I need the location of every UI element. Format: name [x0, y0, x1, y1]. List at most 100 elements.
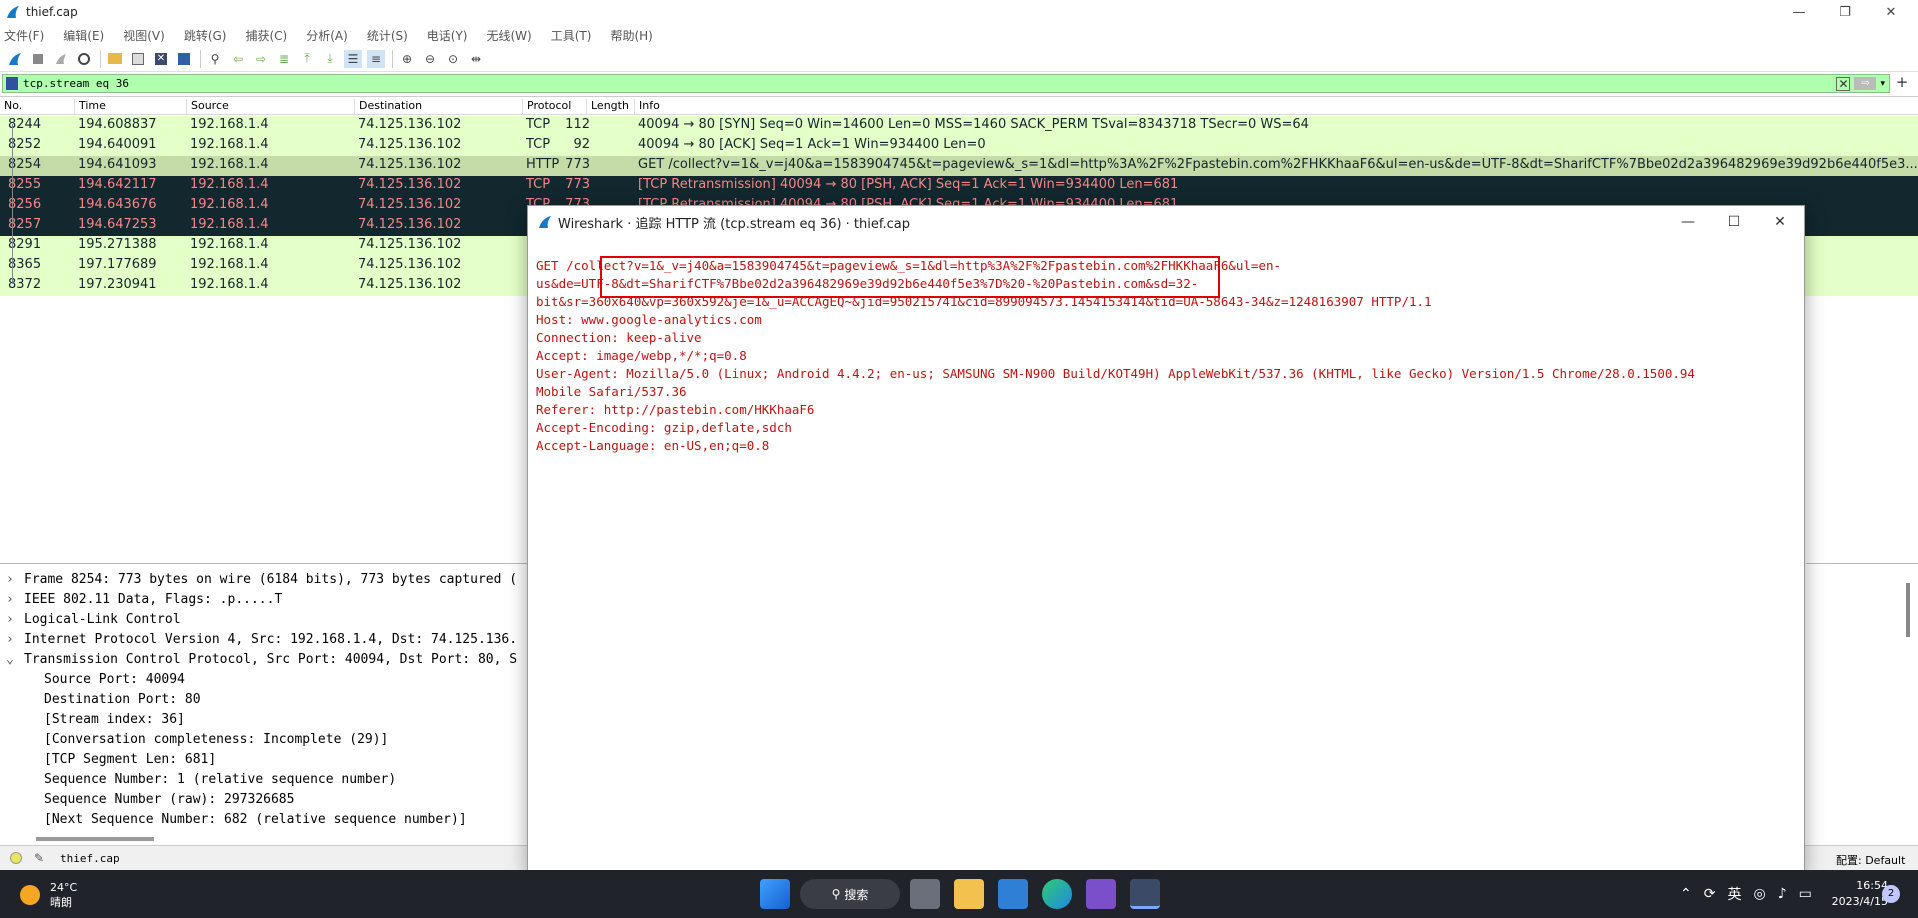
autoscroll-icon[interactable]: ☰ [344, 49, 362, 68]
packet-row[interactable]: 8244 194.608837 192.168.1.4 74.125.136.102 T… [0, 116, 1918, 136]
detail-text: [TCP Segment Len: 681] [44, 752, 217, 767]
cell-destination: 74.125.136.102 [358, 177, 462, 192]
taskbar-search[interactable]: ⚲ 搜索 [800, 879, 900, 909]
start-capture-icon[interactable] [6, 50, 24, 68]
colorize-icon[interactable]: ≡ [367, 49, 385, 68]
dialog-close-button[interactable]: ✕ [1757, 206, 1803, 238]
col-protocol-header[interactable]: Protocol [522, 99, 571, 114]
menu-file[interactable]: 文件(F) [4, 27, 44, 44]
go-back-icon[interactable]: ⇦ [229, 50, 247, 68]
expand-arrow-icon[interactable]: › [6, 572, 14, 587]
display-filter-bar[interactable]: tcp.stream eq 36 ✕ ⇨ ▾ [2, 74, 1890, 93]
zoom-in-icon[interactable]: ⊕ [398, 50, 416, 68]
cell-length: 773 [565, 157, 590, 172]
col-time-header[interactable]: Time [74, 99, 106, 114]
zoom-out-icon[interactable]: ⊖ [421, 50, 439, 68]
clock[interactable]: 16:54 2023/4/15 [1820, 878, 1888, 910]
menu-capture[interactable]: 捕获(C) [245, 27, 287, 44]
find-packet-icon[interactable]: ⚲ [206, 50, 224, 68]
stream-line: Accept-Encoding: gzip,deflate,sdch [536, 420, 792, 435]
stop-capture-icon[interactable] [29, 50, 47, 68]
tray-sync-icon[interactable]: ⟳ [1704, 886, 1716, 902]
col-source-header[interactable]: Source [186, 99, 229, 114]
weather-widget[interactable]: 24°C 晴朗 [20, 880, 77, 910]
volume-icon[interactable]: ♪ [1778, 886, 1787, 902]
wireshark-taskbar-icon[interactable] [1130, 879, 1160, 909]
menu-telephony[interactable]: 电话(Y) [427, 27, 468, 44]
cell-time: 197.230941 [78, 277, 157, 292]
cell-time: 194.640091 [78, 137, 157, 152]
horizontal-scrollbar[interactable] [36, 837, 154, 841]
open-file-icon[interactable] [106, 50, 124, 68]
resize-columns-icon[interactable]: ⇹ [467, 50, 485, 68]
menu-tools[interactable]: 工具(T) [551, 27, 592, 44]
wireshark-logo-icon [539, 216, 551, 228]
cell-length: 773 [565, 177, 590, 192]
stream-line: User-Agent: Mozilla/5.0 (Linux; Android … [536, 366, 1695, 381]
visual-studio-icon[interactable] [1086, 879, 1116, 909]
packet-row[interactable]: 8254 194.641093 192.168.1.4 74.125.136.102 H… [0, 156, 1918, 176]
go-to-packet-icon[interactable]: ≣ [275, 50, 293, 68]
stream-content[interactable]: GET /collect?v=1&_v=j40&a=1583904745&t=p… [536, 246, 1796, 874]
menu-go[interactable]: 跳转(G) [184, 27, 227, 44]
title-bar: thief.cap — ❐ ✕ [0, 0, 1918, 24]
menu-help[interactable]: 帮助(H) [610, 27, 652, 44]
menu-wireless[interactable]: 无线(W) [487, 27, 532, 44]
reload-file-icon[interactable] [175, 50, 193, 68]
expert-info-icon[interactable] [10, 852, 22, 864]
packet-row[interactable]: 8252 194.640091 192.168.1.4 74.125.136.102 T… [0, 136, 1918, 156]
expand-arrow-icon[interactable]: › [6, 632, 14, 647]
menu-view[interactable]: 视图(V) [123, 27, 165, 44]
expand-arrow-icon[interactable]: › [6, 592, 14, 607]
expand-arrow-icon[interactable]: › [6, 612, 14, 627]
file-explorer-icon[interactable] [954, 879, 984, 909]
go-first-icon[interactable]: ⤒ [298, 50, 316, 68]
dialog-maximize-button[interactable]: ☐ [1711, 206, 1757, 238]
zoom-normal-icon[interactable]: ⊙ [444, 50, 462, 68]
cell-source: 192.168.1.4 [190, 117, 269, 132]
store-icon[interactable] [998, 879, 1028, 909]
restart-capture-icon[interactable] [52, 50, 70, 68]
menu-analyze[interactable]: 分析(A) [306, 27, 348, 44]
go-forward-icon[interactable]: ⇨ [252, 50, 270, 68]
menu-statistics[interactable]: 统计(S) [367, 27, 408, 44]
cell-time: 195.271388 [78, 237, 157, 252]
menu-edit[interactable]: 编辑(E) [63, 27, 104, 44]
close-file-icon[interactable]: ✕ [152, 50, 170, 68]
edge-browser-icon[interactable] [1042, 879, 1072, 909]
battery-icon[interactable]: ▭ [1799, 886, 1812, 902]
capture-comment-icon[interactable]: ✎ [34, 851, 44, 865]
search-icon: ⚲ [831, 887, 841, 901]
minimize-button[interactable]: — [1776, 0, 1822, 24]
tray-chevron-icon[interactable]: ⌃ [1680, 886, 1692, 902]
col-no-header[interactable]: No. [0, 99, 22, 114]
window-title: thief.cap [26, 5, 78, 19]
go-last-icon[interactable]: ⤓ [321, 50, 339, 68]
close-button[interactable]: ✕ [1868, 0, 1914, 24]
restore-button[interactable]: ❐ [1822, 0, 1868, 24]
add-filter-button[interactable]: + [1890, 74, 1914, 93]
start-menu-icon[interactable] [760, 879, 790, 909]
save-file-icon[interactable] [129, 50, 147, 68]
detail-text: [Stream index: 36] [44, 712, 185, 727]
filter-dropdown-icon[interactable]: ▾ [1880, 79, 1885, 89]
task-view-icon[interactable] [910, 879, 940, 909]
network-icon[interactable]: ◎ [1753, 886, 1765, 902]
apply-filter-icon[interactable]: ⇨ [1854, 77, 1877, 90]
packet-row[interactable]: 8255 194.642117 192.168.1.4 74.125.136.102 T… [0, 176, 1918, 196]
detail-text: IEEE 802.11 Data, Flags: .p.....T [24, 592, 283, 607]
display-filter-input[interactable]: tcp.stream eq 36 [3, 77, 1836, 90]
col-info-header[interactable]: Info [634, 99, 660, 114]
vertical-scrollbar[interactable] [1906, 583, 1910, 637]
ime-indicator[interactable]: 英 [1727, 884, 1741, 904]
bookmark-filter-icon[interactable] [6, 77, 18, 90]
notification-badge[interactable]: 2 [1882, 885, 1900, 903]
col-destination-header[interactable]: Destination [354, 99, 422, 114]
cell-source: 192.168.1.4 [190, 277, 269, 292]
capture-options-icon[interactable] [75, 50, 93, 68]
dialog-minimize-button[interactable]: — [1665, 206, 1711, 238]
clear-filter-icon[interactable]: ✕ [1836, 76, 1851, 91]
collapse-arrow-icon[interactable]: ⌄ [6, 652, 14, 667]
status-profile[interactable]: 配置: Default [1836, 852, 1905, 868]
col-length-header[interactable]: Length [586, 99, 629, 114]
